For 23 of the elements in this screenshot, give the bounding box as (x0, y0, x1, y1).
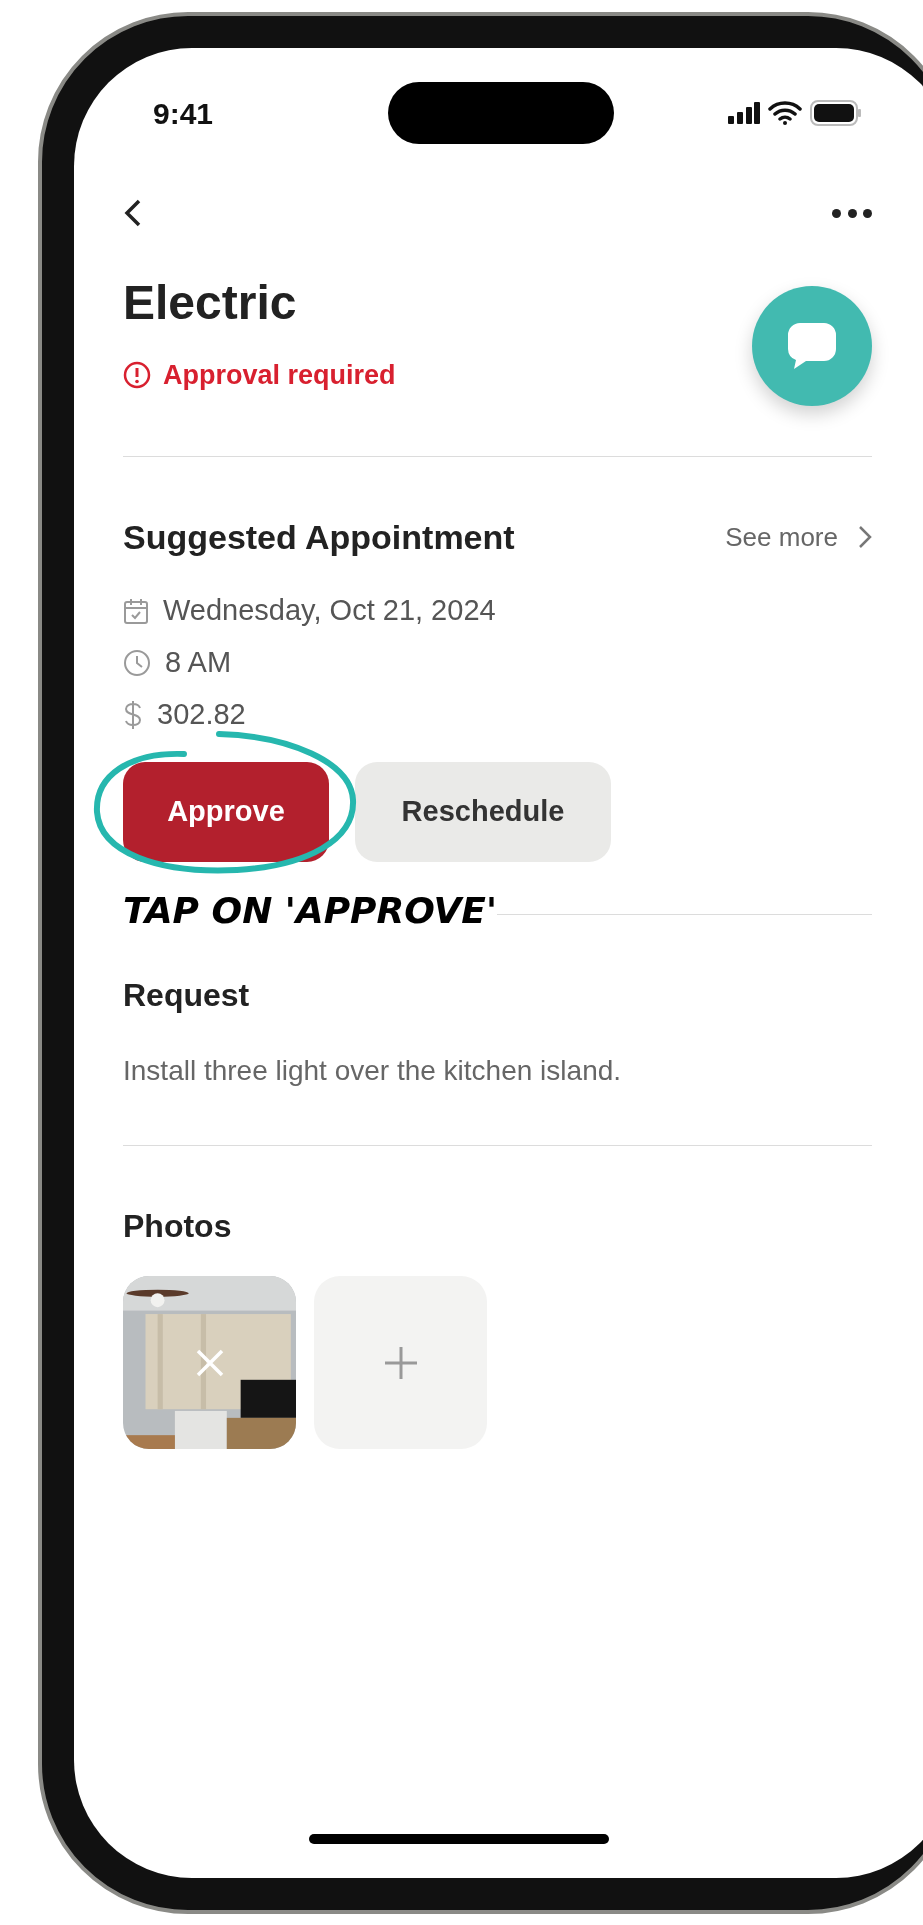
approval-status: Approval required (163, 359, 396, 391)
page-title: Electric (123, 275, 298, 331)
request-text: Install three light over the kitchen island. (123, 1054, 623, 1088)
plus-icon (382, 1344, 419, 1381)
clock-icon (123, 649, 151, 677)
chat-bubble-icon (786, 321, 838, 371)
signal-icon (728, 102, 760, 124)
status-time: 9:41 (153, 95, 214, 132)
dollar-icon (123, 700, 143, 730)
approve-button[interactable]: Approve (123, 762, 329, 862)
appointment-detail: 8 AM (165, 645, 232, 681)
chevron-right-icon (858, 525, 872, 549)
battery-icon (810, 100, 862, 126)
section-title: Request (123, 976, 251, 1015)
calendar-icon (123, 597, 149, 625)
section-title: Photos (123, 1207, 233, 1246)
appointment-detail: Wednesday, Oct 21, 2024 (163, 593, 496, 629)
reschedule-button[interactable]: Reschedule (355, 762, 611, 862)
alert-icon (123, 361, 151, 389)
appointment-detail: 302.82 (157, 697, 246, 733)
wifi-icon (768, 101, 802, 125)
see-more-link[interactable]: See more (725, 517, 872, 557)
section-title: Suggested Appointment (123, 517, 515, 557)
